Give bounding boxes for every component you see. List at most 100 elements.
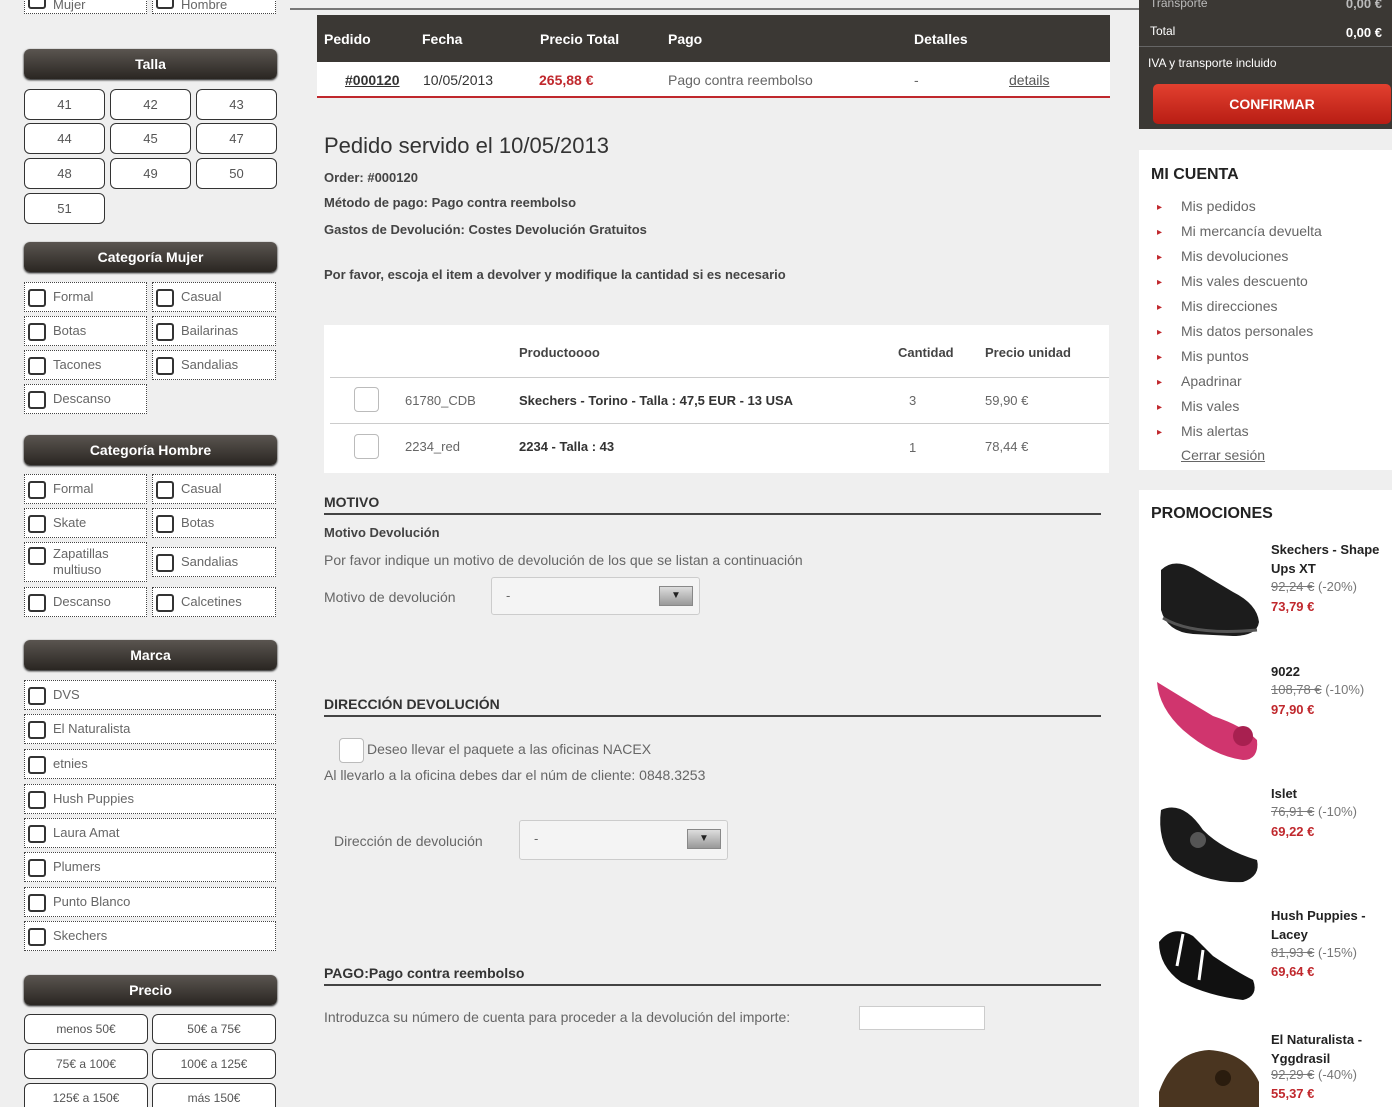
select-value: - xyxy=(506,588,511,603)
size-50[interactable]: 50 xyxy=(196,158,277,189)
bullet-icon: ▸ xyxy=(1157,327,1163,338)
hombre-zapatillas[interactable]: Zapatillas multiuso xyxy=(24,542,147,582)
account-link-devoluciones[interactable]: Mis devoluciones xyxy=(1181,248,1288,264)
size-47[interactable]: 47 xyxy=(196,123,277,154)
size-42[interactable]: 42 xyxy=(110,89,191,120)
checkbox-icon xyxy=(28,594,46,612)
mujer-bailarinas[interactable]: Bailarinas xyxy=(152,316,276,346)
size-51[interactable]: 51 xyxy=(24,193,105,224)
marca-plumers[interactable]: Plumers xyxy=(24,852,276,882)
product-qty: 1 xyxy=(909,440,917,455)
account-link-direcciones[interactable]: Mis direcciones xyxy=(1181,298,1277,314)
filter-label: Mujer xyxy=(53,0,86,12)
size-44[interactable]: 44 xyxy=(24,123,105,154)
filter-mujer[interactable]: Mujer xyxy=(24,0,147,14)
logout-link[interactable]: Cerrar sesión xyxy=(1181,447,1265,463)
account-link-puntos[interactable]: Mis puntos xyxy=(1181,348,1249,364)
details-link[interactable]: details xyxy=(1009,72,1049,88)
price-100-125[interactable]: 100€ a 125€ xyxy=(152,1049,276,1079)
account-link-vales-descuento[interactable]: Mis vales descuento xyxy=(1181,273,1308,289)
product-qty: 3 xyxy=(909,393,917,408)
direccion-section-title: DIRECCIÓN DEVOLUCIÓN xyxy=(324,696,1101,717)
price-50-75[interactable]: 50€ a 75€ xyxy=(152,1014,276,1044)
shoe-ballerina-image[interactable] xyxy=(1153,668,1265,768)
promo-old-price: 92,29 € (-40%) xyxy=(1271,1067,1357,1082)
account-number-input[interactable] xyxy=(859,1006,985,1030)
marca-hush-puppies[interactable]: Hush Puppies xyxy=(24,784,276,814)
select-product-2[interactable] xyxy=(354,434,379,459)
account-link-pedidos[interactable]: Mis pedidos xyxy=(1181,198,1256,214)
table-divider xyxy=(330,423,1109,424)
checkbox-icon xyxy=(28,894,46,912)
shoe-sneaker-image[interactable] xyxy=(1153,540,1265,645)
shoe-sandal-image[interactable] xyxy=(1153,790,1265,892)
mujer-descanso[interactable]: Descanso xyxy=(24,384,147,414)
hombre-descanso[interactable]: Descanso xyxy=(24,587,147,617)
price-125-150[interactable]: 125€ a 150€ xyxy=(24,1083,148,1107)
hombre-calcetines[interactable]: Calcetines xyxy=(152,587,276,617)
promo-name[interactable]: El Naturalista - Yggdrasil xyxy=(1271,1030,1389,1068)
bullet-icon: ▸ xyxy=(1157,377,1163,388)
checkbox-icon xyxy=(28,357,46,375)
account-link-alertas[interactable]: Mis alertas xyxy=(1181,423,1249,439)
product-name: 2234 - Talla : 43 xyxy=(519,439,615,454)
shoe-naturalista-image[interactable] xyxy=(1153,1042,1265,1107)
bullet-icon: ▸ xyxy=(1157,427,1163,438)
order-id-link[interactable]: #000120 xyxy=(345,72,400,88)
filter-label: Plumers xyxy=(53,859,101,874)
account-link-datos[interactable]: Mis datos personales xyxy=(1181,323,1313,339)
marca-etnies[interactable]: etnies xyxy=(24,749,276,779)
marca-skechers[interactable]: Skechers xyxy=(24,921,276,951)
filter-hombre[interactable]: Hombre xyxy=(152,0,276,14)
filter-label: Botas xyxy=(181,515,215,530)
account-link-apadrinar[interactable]: Apadrinar xyxy=(1181,373,1242,389)
size-48[interactable]: 48 xyxy=(24,158,105,189)
product-price: 59,90 € xyxy=(985,393,1029,408)
direccion-select[interactable]: - ▼ xyxy=(519,820,728,860)
discount: (-20%) xyxy=(1318,579,1358,594)
filter-label: Descanso xyxy=(53,594,111,609)
filter-label: Descanso xyxy=(53,391,111,406)
shoe-strappy-sandal-image[interactable] xyxy=(1153,916,1265,1008)
checkbox-icon xyxy=(156,554,174,572)
promo-old-price: 92,24 € (-20%) xyxy=(1271,579,1357,594)
account-link-mercancia[interactable]: Mi mercancía devuelta xyxy=(1181,223,1322,239)
marca-laura-amat[interactable]: Laura Amat xyxy=(24,818,276,848)
size-41[interactable]: 41 xyxy=(24,89,105,120)
price-under-50[interactable]: menos 50€ xyxy=(24,1014,148,1044)
mujer-sandalias[interactable]: Sandalias xyxy=(152,350,276,380)
motivo-select[interactable]: - ▼ xyxy=(491,577,700,615)
confirm-button[interactable]: CONFIRMAR xyxy=(1153,84,1391,124)
price-75-100[interactable]: 75€ a 100€ xyxy=(24,1049,148,1079)
mujer-formal[interactable]: Formal xyxy=(24,282,147,312)
marca-dvs[interactable]: DVS xyxy=(24,680,276,710)
bullet-icon: ▸ xyxy=(1157,227,1163,238)
size-49[interactable]: 49 xyxy=(110,158,191,189)
hombre-skate[interactable]: Skate xyxy=(24,508,147,538)
mujer-botas[interactable]: Botas xyxy=(24,316,147,346)
hombre-botas[interactable]: Botas xyxy=(152,508,276,538)
marca-punto-blanco[interactable]: Punto Blanco xyxy=(24,887,276,917)
marca-header: Marca xyxy=(24,640,277,670)
select-product-1[interactable] xyxy=(354,387,379,412)
promo-name[interactable]: Hush Puppies - Lacey xyxy=(1271,906,1389,944)
marca-el-naturalista[interactable]: El Naturalista xyxy=(24,714,276,744)
hombre-formal[interactable]: Formal xyxy=(24,474,147,504)
transport-value: 0,00 € xyxy=(1345,0,1382,11)
promo-new-price: 69,22 € xyxy=(1271,824,1315,839)
motivo-subtitle: Motivo Devolución xyxy=(324,525,440,540)
account-link-vales[interactable]: Mis vales xyxy=(1181,398,1239,414)
size-45[interactable]: 45 xyxy=(110,123,191,154)
promo-name[interactable]: 9022 xyxy=(1271,662,1389,681)
mujer-casual[interactable]: Casual xyxy=(152,282,276,312)
size-43[interactable]: 43 xyxy=(196,89,277,120)
hombre-casual[interactable]: Casual xyxy=(152,474,276,504)
mujer-tacones[interactable]: Tacones xyxy=(24,350,147,380)
hombre-sandalias[interactable]: Sandalias xyxy=(152,547,276,577)
nacex-checkbox[interactable] xyxy=(339,738,364,763)
product-ref: 2234_red xyxy=(405,439,460,454)
promo-old-price: 76,91 € (-10%) xyxy=(1271,804,1357,819)
promo-name[interactable]: Skechers - Shape Ups XT xyxy=(1271,540,1389,578)
promo-name[interactable]: Islet xyxy=(1271,784,1389,803)
price-over-150[interactable]: más 150€ xyxy=(152,1083,276,1107)
